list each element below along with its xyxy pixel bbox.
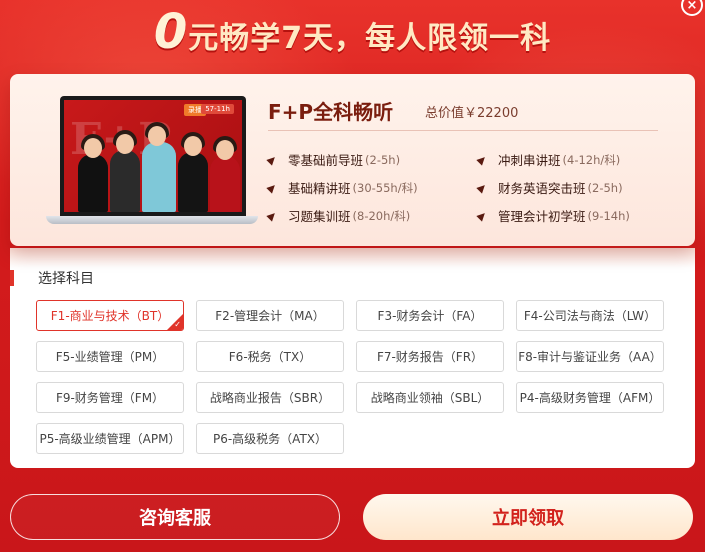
teacher-figure bbox=[78, 134, 108, 212]
subject-grid: F1-商业与技术（BT） ✓ F2-管理会计（MA） F3-财务会计（FA） F4-公司… bbox=[36, 300, 664, 454]
subject-option[interactable]: F6-税务（TX） bbox=[196, 341, 344, 372]
subject-option[interactable]: P6-高级税务（ATX） bbox=[196, 423, 344, 454]
subject-option[interactable]: F5-业绩管理（PM） bbox=[36, 341, 184, 372]
claim-button[interactable]: 立即领取 bbox=[363, 494, 693, 540]
subject-option[interactable]: 战略商业领袖（SBL） bbox=[356, 382, 504, 413]
course-preview-image: F+P 录播 57-11h bbox=[46, 96, 258, 228]
course-list: 零基础前导班 (2-5h) 冲刺串讲班 (4-12h/科) 基础精讲班 (30-… bbox=[266, 150, 668, 225]
arrow-icon bbox=[476, 209, 488, 222]
subject-option[interactable]: P5-高级业绩管理（APM） bbox=[36, 423, 184, 454]
divider bbox=[268, 130, 658, 131]
course-item: 冲刺串讲班 (4-12h/科) bbox=[476, 150, 668, 169]
headline-zero: 0 bbox=[153, 4, 189, 60]
subject-panel: 选择科目 F1-商业与技术（BT） ✓ F2-管理会计（MA） F3-财务会计（FA）… bbox=[10, 248, 695, 468]
subject-option[interactable]: F9-财务管理（FM） bbox=[36, 382, 184, 413]
arrow-icon bbox=[266, 181, 278, 194]
arrow-icon bbox=[476, 181, 488, 194]
subject-option[interactable]: P4-高级财务管理（AFM） bbox=[516, 382, 664, 413]
product-price: 总价值￥22200 bbox=[425, 106, 519, 121]
arrow-icon bbox=[266, 209, 278, 222]
teacher-figure bbox=[178, 132, 208, 212]
promo-modal: × 0元畅学7天，每人限领一科 F+P 录播 57-11h F+P全科畅听 总价… bbox=[0, 0, 705, 552]
teacher-figure bbox=[142, 122, 176, 212]
check-icon: ✓ bbox=[174, 320, 181, 329]
subject-option[interactable]: F4-公司法与商法（LW） bbox=[516, 300, 664, 331]
arrow-icon bbox=[266, 153, 278, 166]
section-marker bbox=[10, 270, 14, 286]
subject-option[interactable]: 战略商业报告（SBR） bbox=[196, 382, 344, 413]
subject-option[interactable]: F1-商业与技术（BT） ✓ bbox=[36, 300, 184, 331]
headline-text: 元畅学7天，每人限领一科 bbox=[188, 21, 552, 56]
product-card: F+P 录播 57-11h F+P全科畅听 总价值￥22200 零基础前导班 (… bbox=[10, 74, 695, 246]
subject-option[interactable]: F2-管理会计（MA） bbox=[196, 300, 344, 331]
course-item: 基础精讲班 (30-55h/科) bbox=[266, 178, 478, 197]
arrow-icon bbox=[476, 153, 488, 166]
course-item: 财务英语突击班 (2-5h) bbox=[476, 178, 668, 197]
subject-option[interactable]: F7-财务报告（FR） bbox=[356, 341, 504, 372]
subject-option[interactable]: F3-财务会计（FA） bbox=[356, 300, 504, 331]
course-item: 零基础前导班 (2-5h) bbox=[266, 150, 478, 169]
teacher-figure bbox=[110, 130, 140, 212]
subject-option[interactable]: F8-审计与鉴证业务（AA） bbox=[516, 341, 664, 372]
product-title: F+P全科畅听 bbox=[268, 100, 394, 124]
screen-badge-hours: 57-11h bbox=[201, 104, 234, 114]
promo-headline: 0元畅学7天，每人限领一科 bbox=[0, 4, 705, 60]
section-label: 选择科目 bbox=[38, 271, 94, 287]
consult-button[interactable]: 咨询客服 bbox=[10, 494, 340, 540]
course-item: 习题集训班 (8-20h/科) bbox=[266, 206, 478, 225]
course-item: 管理会计初学班 (9-14h) bbox=[476, 206, 668, 225]
laptop-base bbox=[46, 216, 258, 224]
teacher-figure bbox=[210, 136, 240, 212]
